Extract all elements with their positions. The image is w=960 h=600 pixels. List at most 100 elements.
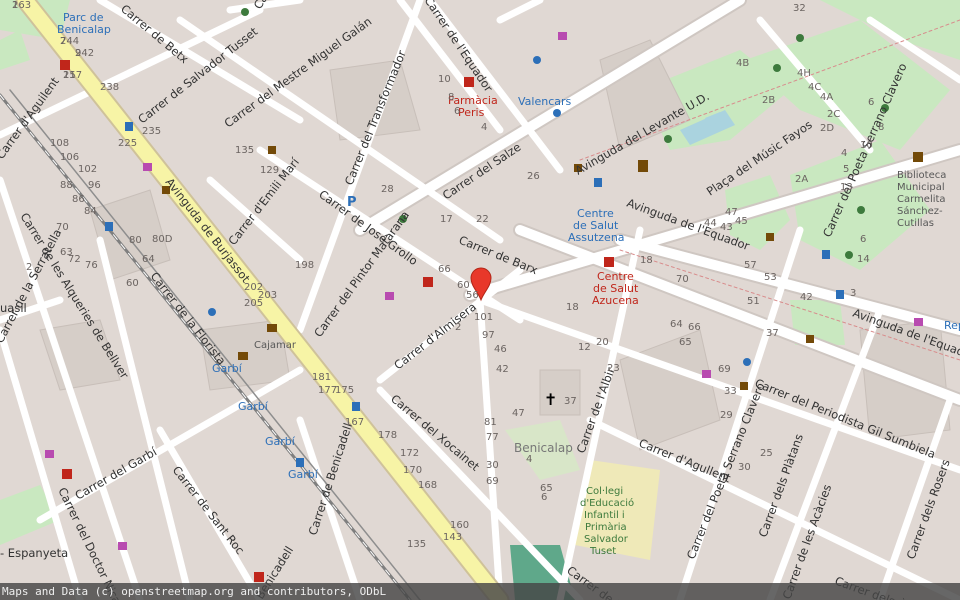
place-label: Garbí: [288, 468, 319, 481]
house-number: 1: [12, 0, 18, 11]
house-number: 175: [335, 385, 354, 396]
house-number: 2C: [827, 109, 840, 120]
house-number: 7: [60, 36, 66, 47]
house-number: 11: [63, 70, 76, 81]
house-number: 18: [640, 255, 653, 266]
place-label: Garbí: [265, 435, 296, 448]
house-number: 2: [455, 322, 461, 333]
house-number: 64: [670, 319, 683, 330]
house-number: 4B: [736, 58, 749, 69]
house-number: 17: [440, 214, 453, 225]
house-number: 42: [800, 292, 813, 303]
house-number: 10: [860, 140, 873, 151]
place-label: d'Educació: [580, 497, 634, 509]
house-number: 106: [60, 152, 79, 163]
house-number: 143: [443, 532, 462, 543]
house-number: 30: [738, 462, 751, 473]
house-number: 22: [476, 214, 489, 225]
map-canvas[interactable]: ✝ P Avinguda de Burjassot Carrer de la F…: [0, 0, 960, 600]
place-label: Benicalap: [57, 23, 111, 36]
house-number: 69: [718, 364, 731, 375]
place-label: Biblioteca: [897, 170, 946, 181]
place-label: Benicalap: [514, 441, 573, 455]
house-number: 2: [26, 262, 32, 273]
house-number: 5: [843, 164, 849, 175]
house-number: 65: [679, 337, 692, 348]
house-number: 37: [766, 328, 779, 339]
place-label: Peris: [458, 106, 485, 119]
house-number: 167: [345, 417, 364, 428]
house-number: 45: [735, 216, 748, 227]
place-label: Carmelita: [897, 194, 946, 205]
house-number: 225: [118, 138, 137, 149]
church-icon: ✝: [544, 390, 557, 409]
house-number: 10: [438, 74, 451, 85]
house-number: 57: [744, 260, 757, 271]
house-number: 4H: [797, 68, 811, 79]
place-label: Col·legi: [586, 486, 623, 497]
svg-text:✝: ✝: [544, 390, 557, 409]
place-label: Azucena: [592, 294, 639, 307]
house-number: 18: [566, 302, 579, 313]
house-number: 238: [100, 82, 119, 93]
house-number: 172: [400, 448, 419, 459]
house-number: 53: [764, 272, 777, 283]
house-number: 108: [50, 138, 69, 149]
house-number: 66: [688, 322, 701, 333]
house-number: 23: [607, 363, 620, 374]
house-number: 102: [78, 164, 97, 175]
place-label: Primària: [585, 521, 627, 533]
place-label: Cutillas: [897, 218, 934, 229]
house-number: 97: [482, 330, 495, 341]
house-number: 44: [704, 218, 717, 229]
place-label: Garbí: [212, 362, 243, 375]
house-number: 4: [481, 122, 487, 133]
house-number: 2B: [762, 95, 775, 106]
house-number: 170: [403, 465, 422, 476]
place-label: Rep: [944, 319, 960, 332]
map-view[interactable]: ✝ P Avinguda de Burjassot Carrer de la F…: [0, 0, 960, 600]
house-number: 86: [72, 194, 85, 205]
street-label: - Espanyeta: [0, 546, 68, 560]
house-number: 135: [407, 539, 426, 550]
house-number: 47: [512, 408, 525, 419]
house-number: 77: [486, 432, 499, 443]
house-number: 37: [564, 396, 577, 407]
house-number: 8: [448, 92, 454, 103]
house-number: 69: [486, 476, 499, 487]
house-number: 160: [450, 520, 469, 531]
house-number: 6: [454, 106, 460, 117]
house-number: 51: [747, 296, 760, 307]
house-number: 28: [381, 184, 394, 195]
house-number: 76: [85, 260, 98, 271]
house-number: 178: [378, 430, 397, 441]
house-number: 32: [793, 3, 806, 14]
place-label: Sánchez-: [897, 205, 943, 217]
place-label: Municipal: [897, 182, 945, 193]
house-number: 14: [857, 254, 870, 265]
house-number: 42: [496, 364, 509, 375]
place-label: Valencars: [518, 95, 572, 108]
house-number: 12: [578, 342, 591, 353]
house-number: 60: [126, 278, 139, 289]
house-number: 235: [142, 126, 161, 137]
house-number: 205: [244, 298, 263, 309]
house-number: 96: [88, 180, 101, 191]
house-number: 33: [724, 386, 737, 397]
house-number: 135: [235, 145, 254, 156]
house-number: 70: [56, 222, 69, 233]
house-number: 80D: [152, 234, 173, 245]
house-number: 4: [526, 454, 532, 465]
place-label: Salvador: [584, 534, 629, 545]
house-number: 63: [60, 247, 73, 258]
house-number: 6: [541, 492, 547, 503]
house-number: 30: [486, 460, 499, 471]
house-number: 26: [527, 171, 540, 182]
toilet-icon: [638, 160, 648, 172]
house-number: 88: [60, 180, 73, 191]
place-label: Assutzena: [568, 231, 625, 244]
house-number: 6: [868, 97, 874, 108]
house-number: 20: [596, 337, 609, 348]
map-attribution[interactable]: Maps and Data (c) openstreetmap.org and …: [0, 583, 960, 600]
house-number: 80: [129, 235, 142, 246]
